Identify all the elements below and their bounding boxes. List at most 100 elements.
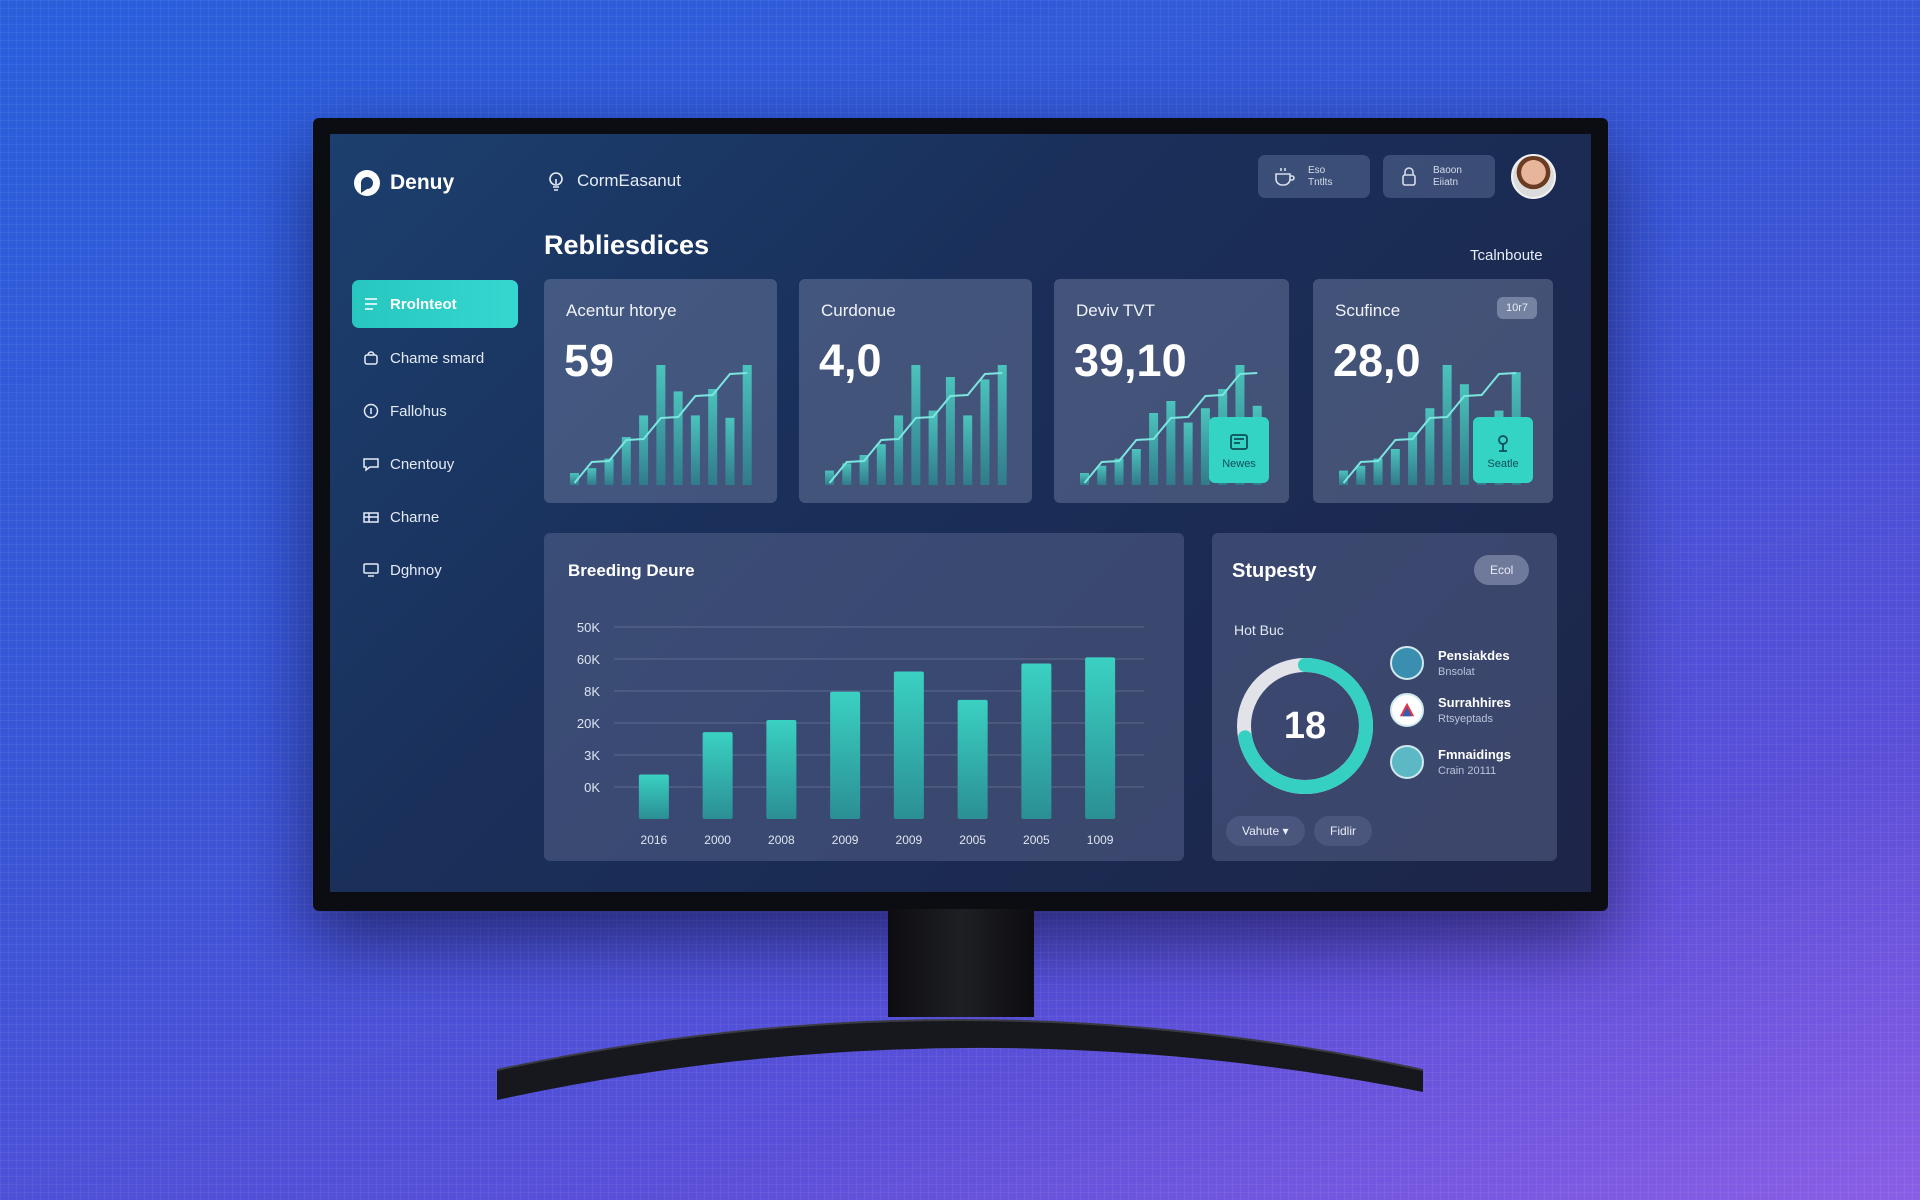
lock-icon: [1402, 166, 1416, 186]
gauge-button[interactable]: Ecol: [1474, 555, 1530, 585]
header-button-1-line1: Eso: [1308, 164, 1326, 176]
sidebar-item-label: Charne: [390, 508, 440, 526]
sidebar-item-label: Cnentouy: [390, 455, 455, 473]
news-tile[interactable]: Newes: [1209, 417, 1269, 483]
y-tick-label: 3K: [584, 748, 600, 763]
screen-icon: [363, 563, 379, 577]
table-icon: [363, 512, 379, 523]
sparkline-bar: [673, 391, 683, 485]
sparkline-bar: [1131, 449, 1141, 485]
stat-card-4[interactable]: Scufince 28,0 10r7 Seatle: [1313, 279, 1553, 503]
sidebar-item-label: Fallohus: [390, 402, 447, 420]
bar: [830, 691, 861, 819]
dashboard-screen: Denuy CormEasanut Eso Tntlts Baoon Eiiatn …: [330, 134, 1591, 892]
stat-label: Acentur htorye: [566, 301, 677, 320]
x-tick-label: 2009: [832, 833, 859, 847]
stat-card-1[interactable]: Acentur htorye 59: [544, 279, 777, 503]
header-button-1-line2: Tntlts: [1308, 176, 1333, 188]
bag-icon: [364, 351, 378, 365]
legend-desc: Rtsyeptads: [1438, 713, 1494, 725]
stat-label: Scufince: [1335, 301, 1401, 320]
sidebar-item-6[interactable]: Dghnoy: [352, 546, 518, 594]
y-tick-label: 60K: [577, 652, 600, 667]
sidebar-item-label: Dghnoy: [390, 561, 442, 579]
sidebar-item-1[interactable]: Rrolnteot: [352, 280, 518, 328]
y-tick-label: 20K: [577, 716, 600, 731]
bar: [893, 671, 924, 819]
sparkline-bar: [945, 377, 955, 485]
sidebar-item-5[interactable]: Charne: [352, 493, 518, 541]
sidebar-item-4[interactable]: Cnentouy: [352, 440, 518, 488]
legend-desc: Crain 20111: [1438, 765, 1497, 777]
map-icon: [1390, 745, 1424, 779]
gauge-title: Stupesty: [1232, 560, 1317, 582]
sidebar-item-3[interactable]: Fallohus: [352, 387, 518, 435]
stat-label: Curdonue: [821, 301, 896, 320]
sparkline-bar: [690, 415, 700, 485]
bar: [1021, 663, 1052, 819]
x-tick-label: 1009: [1087, 833, 1114, 847]
sparkline-bar: [997, 365, 1007, 485]
legend-item[interactable]: Pensiakdes Bnsolat: [1390, 646, 1510, 680]
brand-logo[interactable]: Denuy: [352, 168, 454, 198]
bar: [1085, 657, 1116, 819]
x-tick-label: 2016: [641, 833, 668, 847]
sparkline-bar: [639, 415, 649, 485]
y-tick-label: 0K: [584, 780, 600, 795]
sidebar-item-2[interactable]: Chame smard: [352, 334, 518, 382]
x-tick-label: 2009: [896, 833, 923, 847]
sparkline-bar: [742, 365, 752, 485]
sparkline-bar: [1149, 413, 1159, 485]
user-avatar[interactable]: [1511, 154, 1556, 199]
sparkline-bar: [876, 444, 886, 485]
header-button-2-line1: Baoon: [1433, 164, 1462, 176]
globe-icon: [1390, 646, 1424, 680]
sidebar-item-label: Rrolnteot: [390, 295, 457, 313]
location-pin-icon: [1498, 435, 1508, 452]
x-tick-label: 2005: [1023, 833, 1050, 847]
header-button-1[interactable]: Eso Tntlts: [1258, 155, 1370, 198]
sparkline-bar: [1183, 422, 1193, 485]
legend-desc: Bnsolat: [1438, 666, 1475, 678]
filter-button[interactable]: Fidlir: [1314, 816, 1372, 846]
sparkline-bar: [1356, 465, 1366, 485]
sparkline-bar: [656, 365, 666, 485]
legend-name: Pensiakdes: [1438, 648, 1510, 663]
sidebar-item-label: Chame smard: [390, 349, 485, 367]
brand-name: Denuy: [390, 171, 455, 194]
sparkline-bar: [894, 415, 904, 485]
header-button-2[interactable]: Baoon Eiiatn: [1383, 155, 1495, 198]
top-right-link[interactable]: Tcalnboute: [1470, 247, 1543, 264]
legend-name: Fmnaidings: [1438, 747, 1511, 762]
sparkline-bar: [963, 415, 973, 485]
view-dropdown-label: Vahute: [1242, 824, 1280, 838]
bar: [957, 699, 988, 819]
header-button-2-line2: Eiiatn: [1433, 176, 1459, 188]
legend-item[interactable]: Fmnaidings Crain 20111: [1390, 745, 1511, 779]
list-icon: [365, 298, 377, 310]
sparkline-chart: [825, 365, 1007, 485]
sparkline-bar: [928, 410, 938, 485]
legend-item[interactable]: Surrahhires Rtsyeptads: [1390, 693, 1511, 727]
breadcrumb[interactable]: CormEasanut: [545, 170, 681, 192]
view-dropdown[interactable]: Vahute ▾: [1226, 816, 1305, 846]
bulb-icon: [549, 172, 563, 191]
circle-info-icon: [363, 403, 379, 419]
sparkline-bar: [587, 468, 597, 485]
bar: [638, 774, 669, 819]
sparkline-bar: [725, 417, 735, 485]
gauge-sub-label: Hot Buc: [1234, 622, 1284, 638]
news-tile-label: Newes: [1222, 458, 1256, 470]
stat-label: Deviv TVT: [1076, 301, 1156, 320]
stat-card-2[interactable]: Curdonue 4,0: [799, 279, 1032, 503]
y-tick-label: 50K: [577, 620, 600, 635]
stat-badge: 10r7: [1496, 297, 1537, 319]
gauge-value: 18: [1283, 705, 1327, 747]
cup-icon: [1275, 167, 1295, 186]
stat-card-3[interactable]: Deviv TVT 39,10 Newes: [1054, 279, 1289, 503]
chevron-down-icon: ▾: [1282, 824, 1289, 838]
page-title: Rebliesdices: [544, 230, 710, 260]
seattle-tile[interactable]: Seatle: [1473, 417, 1533, 483]
x-tick-label: 2005: [959, 833, 986, 847]
sparkline-bar: [1166, 401, 1176, 485]
